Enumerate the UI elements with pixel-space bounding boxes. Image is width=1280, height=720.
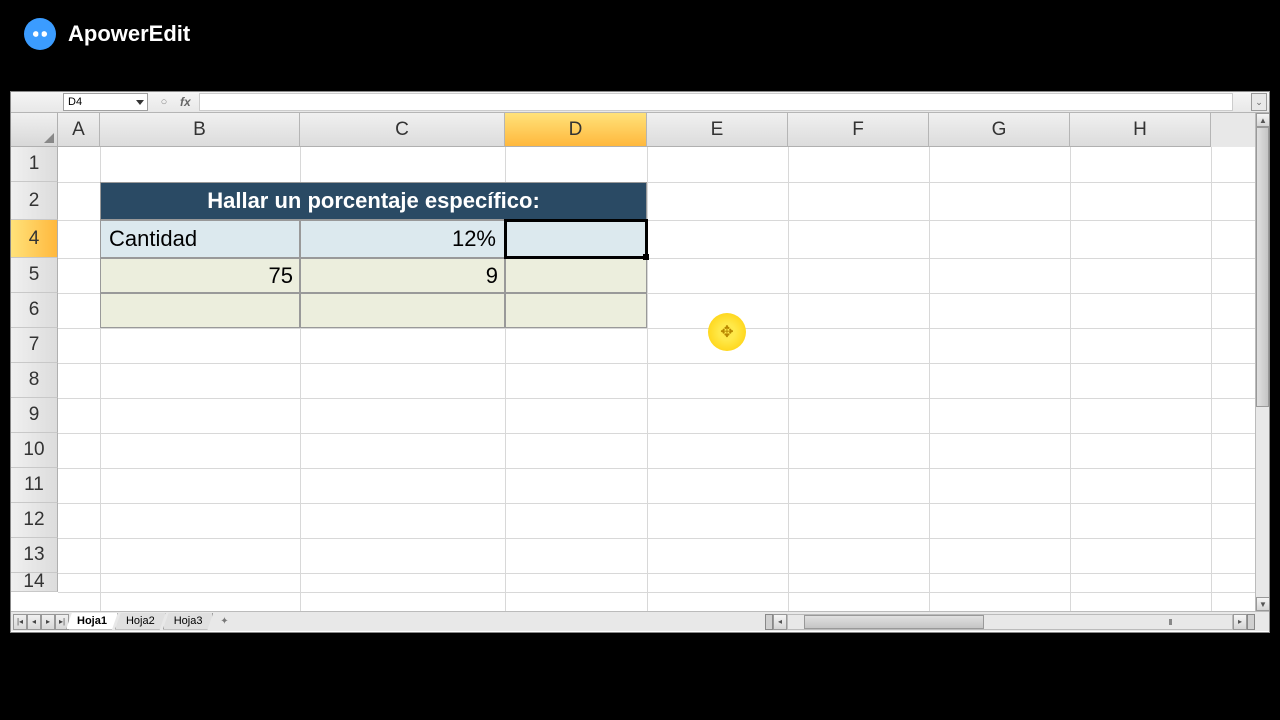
sheet-tab-hoja3[interactable]: Hoja3 (163, 613, 214, 630)
col-header-F[interactable]: F (788, 113, 929, 147)
tab-nav-prev-icon[interactable]: ◂ (27, 614, 41, 630)
tab-split-handle[interactable] (765, 614, 773, 630)
hscroll-split-handle[interactable] (1247, 614, 1255, 630)
expand-formula-bar-icon[interactable]: ⌄ (1251, 93, 1267, 111)
row-header-1[interactable]: 1 (11, 147, 58, 182)
grid-area: A B C D E F G H 1 2 4 5 6 7 8 9 10 11 12… (11, 113, 1269, 611)
row-header-13[interactable]: 13 (11, 538, 58, 573)
apoweredit-logo-icon (24, 18, 56, 50)
row-header-6[interactable]: 6 (11, 293, 58, 328)
row-headers: 1 2 4 5 6 7 8 9 10 11 12 13 14 (11, 147, 58, 592)
col-header-D[interactable]: D (505, 113, 647, 147)
cursor-glyph: ✥ (720, 322, 733, 342)
cell-D6[interactable] (505, 293, 647, 328)
column-headers: A B C D E F G H (11, 113, 1255, 147)
row-header-4[interactable]: 4 (11, 220, 58, 258)
cells-area[interactable]: Hallar un porcentaje específico: Cantida… (58, 147, 1255, 611)
formula-input[interactable] (199, 93, 1233, 111)
name-box-value: D4 (68, 96, 82, 108)
tab-nav: |◂ ◂ ▸ ▸| (13, 614, 69, 630)
cursor-highlight-icon: ✥ (708, 313, 746, 351)
name-box[interactable]: D4 (63, 93, 148, 111)
tab-nav-first-icon[interactable]: |◂ (13, 614, 27, 630)
row-header-7[interactable]: 7 (11, 328, 58, 363)
cell-D5[interactable] (505, 258, 647, 293)
formula-bar: D4 ○ fx ⌄ (11, 92, 1269, 113)
col-header-A[interactable]: A (58, 113, 100, 147)
add-sheet-icon[interactable]: ✦ (215, 615, 233, 629)
cancel-formula-icon: ○ (156, 94, 172, 110)
col-header-H[interactable]: H (1070, 113, 1211, 147)
vscroll-thumb[interactable] (1256, 127, 1269, 407)
tab-nav-next-icon[interactable]: ▸ (41, 614, 55, 630)
cell-title-B2D2[interactable]: Hallar un porcentaje específico: (100, 182, 647, 220)
row-header-5[interactable]: 5 (11, 258, 58, 293)
horizontal-scroll-shell: ◂ ▸ (765, 612, 1255, 631)
cell-C6[interactable] (300, 293, 505, 328)
row-header-10[interactable]: 10 (11, 433, 58, 468)
scroll-up-icon[interactable]: ▲ (1256, 113, 1269, 127)
scroll-left-icon[interactable]: ◂ (773, 614, 787, 630)
hscroll-marker (1169, 619, 1172, 625)
sheet-tab-hoja2[interactable]: Hoja2 (115, 613, 166, 630)
watermark-text: ApowerEdit (68, 21, 190, 47)
row-header-2[interactable]: 2 (11, 182, 58, 220)
row-header-12[interactable]: 12 (11, 503, 58, 538)
spreadsheet-window: D4 ○ fx ⌄ A B C D E F G H 1 2 4 5 6 7 8 (10, 91, 1270, 633)
watermark: ApowerEdit (24, 18, 190, 50)
cell-B4[interactable]: Cantidad (100, 220, 300, 258)
sheet-tab-hoja1[interactable]: Hoja1 (66, 613, 118, 630)
col-header-G[interactable]: G (929, 113, 1070, 147)
formula-controls: ○ fx (156, 94, 191, 110)
row-header-8[interactable]: 8 (11, 363, 58, 398)
scroll-down-icon[interactable]: ▼ (1256, 597, 1269, 611)
row-header-9[interactable]: 9 (11, 398, 58, 433)
col-header-C[interactable]: C (300, 113, 505, 147)
fx-icon[interactable]: fx (180, 95, 191, 109)
sheet-tabs-bar: |◂ ◂ ▸ ▸| Hoja1 Hoja2 Hoja3 ✦ ◂ ▸ (11, 611, 1269, 631)
cell-B5[interactable]: 75 (100, 258, 300, 293)
horizontal-scrollbar[interactable] (787, 614, 1233, 630)
row-header-14[interactable]: 14 (11, 573, 58, 592)
vertical-scrollbar[interactable]: ▲ ▼ (1255, 113, 1269, 611)
row-header-11[interactable]: 11 (11, 468, 58, 503)
col-header-E[interactable]: E (647, 113, 788, 147)
cell-C4[interactable]: 12% (300, 220, 505, 258)
scroll-right-icon[interactable]: ▸ (1233, 614, 1247, 630)
cell-C5[interactable]: 9 (300, 258, 505, 293)
col-header-B[interactable]: B (100, 113, 300, 147)
select-all-corner[interactable] (11, 113, 58, 147)
hscroll-thumb[interactable] (804, 615, 984, 629)
cell-B6[interactable] (100, 293, 300, 328)
